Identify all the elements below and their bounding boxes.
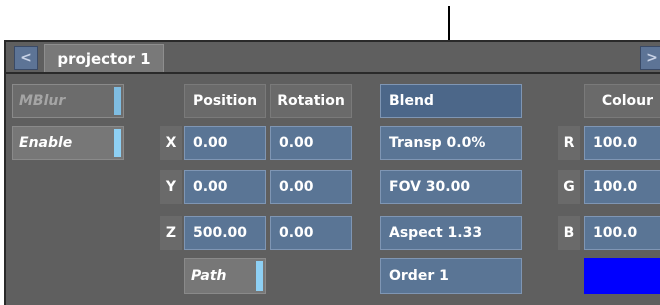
rotation-z-field[interactable]: 0.00 <box>270 216 352 250</box>
axis-y-label: Y <box>160 170 182 204</box>
mblur-toggle[interactable]: MBlur <box>12 84 124 118</box>
colour-swatch[interactable] <box>584 258 660 294</box>
path-indicator <box>256 261 263 291</box>
colour-header: Colour <box>584 84 660 118</box>
order-field[interactable]: Order 1 <box>380 258 522 294</box>
aspect-field[interactable]: Aspect 1.33 <box>380 216 522 250</box>
tab-projector[interactable]: projector 1 <box>44 44 164 72</box>
tab-next-button[interactable]: > <box>640 46 660 70</box>
position-z-field[interactable]: 500.00 <box>184 216 266 250</box>
path-label: Path <box>191 268 227 284</box>
rotation-x-field[interactable]: 0.00 <box>270 126 352 160</box>
tab-prev-button[interactable]: < <box>14 46 38 70</box>
rotation-y-field[interactable]: 0.00 <box>270 170 352 204</box>
mblur-indicator <box>114 87 121 115</box>
enable-indicator <box>114 129 121 157</box>
axis-z-label: Z <box>160 216 182 250</box>
channel-b-label: B <box>558 216 580 250</box>
enable-label: Enable <box>19 135 73 151</box>
position-y-field[interactable]: 0.00 <box>184 170 266 204</box>
enable-toggle[interactable]: Enable <box>12 126 124 160</box>
fov-field[interactable]: FOV 30.00 <box>380 170 522 204</box>
blend-button[interactable]: Blend <box>380 84 522 118</box>
mblur-label: MBlur <box>19 93 66 109</box>
colour-g-field[interactable]: 100.0 <box>584 170 660 204</box>
tab-divider <box>4 72 660 74</box>
colour-r-field[interactable]: 100.0 <box>584 126 660 160</box>
position-x-field[interactable]: 0.00 <box>184 126 266 160</box>
rotation-header: Rotation <box>270 84 352 118</box>
channel-r-label: R <box>558 126 580 160</box>
transp-field[interactable]: Transp 0.0% <box>380 126 522 160</box>
axis-x-label: X <box>160 126 182 160</box>
colour-b-field[interactable]: 100.0 <box>584 216 660 250</box>
channel-g-label: G <box>558 170 580 204</box>
path-toggle[interactable]: Path <box>184 258 266 294</box>
position-header: Position <box>184 84 266 118</box>
